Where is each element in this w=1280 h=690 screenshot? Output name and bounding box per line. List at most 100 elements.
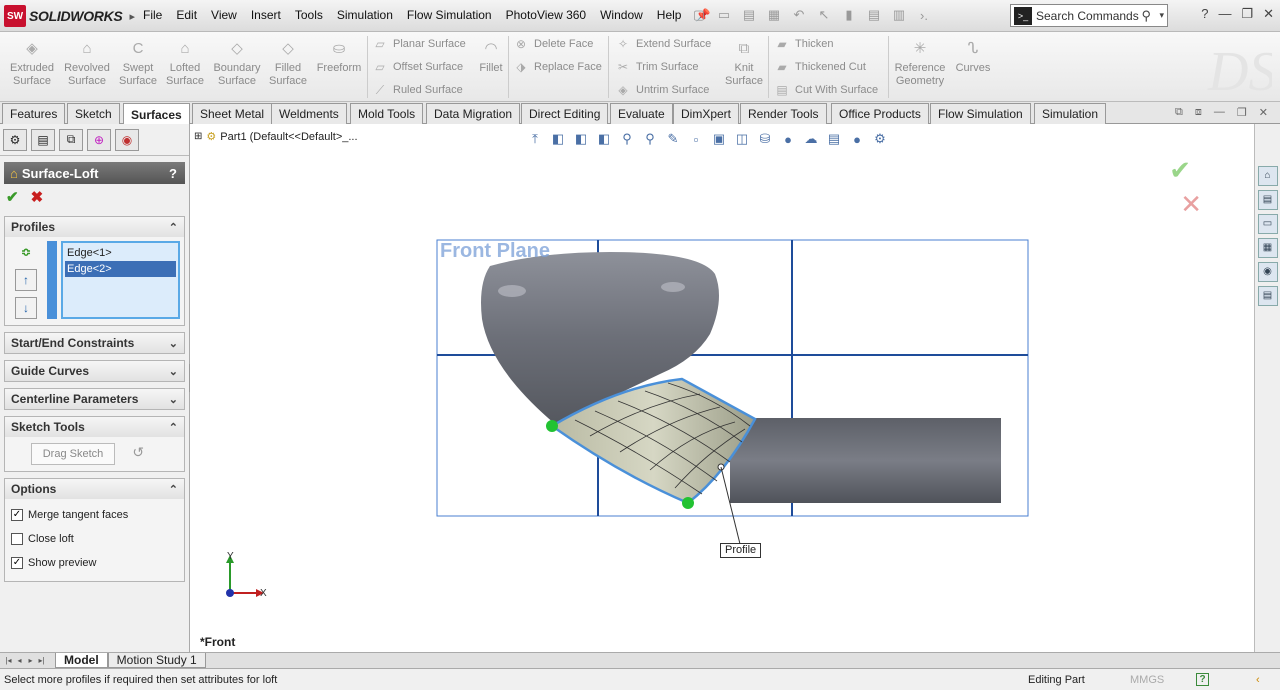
move-down-button[interactable]: ↓ — [15, 297, 37, 319]
profiles-header[interactable]: Profiles ⌃ — [5, 217, 184, 237]
tab-direct-editing[interactable]: Direct Editing — [521, 103, 609, 124]
tab-motion-study[interactable]: Motion Study 1 — [107, 653, 206, 668]
offset-surface-button[interactable]: ▱ Offset Surface — [372, 57, 463, 77]
design-library-icon[interactable]: ▤ — [1257, 190, 1278, 210]
expand-icon[interactable]: ⌄ — [169, 337, 178, 350]
select-icon[interactable]: ↖ — [813, 5, 835, 25]
custom-properties-icon[interactable]: ▤ — [1257, 286, 1278, 306]
tab-office-products[interactable]: Office Products — [831, 103, 929, 124]
status-expand-icon[interactable]: ‹ — [1256, 674, 1260, 686]
view-palette-icon[interactable]: ▦ — [1257, 238, 1278, 258]
print-icon[interactable]: ▦ — [763, 5, 785, 25]
rebuild-icon[interactable]: ▮ — [838, 5, 860, 25]
solidworks-logo[interactable]: SW SOLIDWORKS ▸ — [4, 5, 135, 27]
delete-face-button[interactable]: ⊗ Delete Face — [513, 34, 593, 54]
tab-mold-tools[interactable]: Mold Tools — [350, 103, 424, 124]
tab-features[interactable]: Features — [2, 103, 66, 124]
prev-tab-icon[interactable]: ◂ — [14, 656, 25, 665]
property-manager-icon[interactable]: ▤ — [31, 128, 55, 151]
drag-sketch-button[interactable]: Drag Sketch — [31, 443, 115, 465]
options-icon[interactable]: ▥ — [888, 5, 910, 25]
logo-expand-icon[interactable]: ▸ — [129, 10, 135, 23]
untrim-surface-button[interactable]: ◈ Untrim Surface — [615, 80, 709, 100]
tab-render-tools[interactable]: Render Tools — [740, 103, 827, 124]
search-input[interactable]: Search Commands — [1036, 9, 1141, 23]
fillet-button[interactable]: ◠ Fillet — [472, 36, 510, 75]
collapse-icon[interactable]: ⌃ — [169, 421, 178, 434]
tab-surfaces[interactable]: Surfaces — [123, 103, 190, 125]
revolved-surface-button[interactable]: ⌂ Revolved Surface — [60, 36, 114, 88]
merge-tangent-faces-checkbox[interactable]: ✓ — [11, 509, 23, 521]
ruled-surface-button[interactable]: ⟋ Ruled Surface — [372, 80, 463, 100]
list-item[interactable]: Edge<2> — [65, 261, 176, 277]
sketch-tools-header[interactable]: Sketch Tools ⌃ — [5, 417, 184, 437]
replace-face-button[interactable]: ⬗ Replace Face — [513, 57, 602, 77]
curves-button[interactable]: ᔐ Curves — [946, 36, 1000, 75]
move-up-button[interactable]: ↑ — [15, 269, 37, 291]
tile-vertical-icon[interactable]: ⧈ — [1195, 106, 1202, 119]
more-icon[interactable]: ›. — [913, 5, 935, 25]
guide-curves-header[interactable]: Guide Curves ⌄ — [5, 361, 184, 381]
cut-with-surface-button[interactable]: ▤ Cut With Surface — [774, 80, 878, 100]
profile-endpoint[interactable] — [546, 420, 558, 432]
doc-close-icon[interactable]: ✕ — [1259, 106, 1268, 119]
ok-icon[interactable]: ✔ — [6, 188, 19, 206]
filled-surface-button[interactable]: ◇ Filled Surface — [261, 36, 315, 88]
home-icon[interactable]: ⌂ — [1257, 166, 1278, 186]
undo-sketch-icon[interactable]: ↺ — [132, 444, 144, 461]
configuration-manager-icon[interactable]: ⧉ — [59, 128, 83, 151]
close-icon[interactable]: ✕ — [1263, 6, 1274, 22]
collapse-icon[interactable]: ⌃ — [169, 221, 178, 234]
tab-data-migration[interactable]: Data Migration — [426, 103, 521, 124]
thicken-button[interactable]: ▰ Thicken — [774, 34, 833, 54]
first-tab-icon[interactable]: |◂ — [3, 656, 14, 665]
graphics-area[interactable]: ⊞ ⚙ Part1 (Default<<Default>_... ⤒ ◧ ◧ ◧… — [190, 124, 1254, 652]
tab-sheet-metal[interactable]: Sheet Metal — [192, 103, 273, 124]
menu-edit[interactable]: Edit — [169, 8, 204, 22]
lofted-surface-button[interactable]: ⌂ Lofted Surface — [158, 36, 212, 88]
cancel-icon[interactable]: ✖ — [31, 188, 44, 206]
planar-surface-button[interactable]: ▱ Planar Surface — [372, 34, 465, 54]
doc-restore-icon[interactable]: ❐ — [1237, 106, 1247, 119]
minimize-icon[interactable]: — — [1218, 6, 1231, 22]
menu-help[interactable]: Help — [650, 8, 689, 22]
confirm-ok-icon[interactable]: ✔ — [1169, 156, 1191, 184]
help-button[interactable]: ? — [169, 166, 177, 181]
menu-window[interactable]: Window — [593, 8, 650, 22]
help-icon[interactable]: ? — [1201, 6, 1208, 22]
display-manager-icon[interactable]: ◉ — [115, 128, 139, 151]
undo-icon[interactable]: ↶ — [788, 5, 810, 25]
new-document-icon[interactable]: ▢ — [688, 5, 710, 25]
tab-evaluate[interactable]: Evaluate — [610, 103, 673, 124]
menu-tools[interactable]: Tools — [288, 8, 330, 22]
menu-simulation[interactable]: Simulation — [330, 8, 400, 22]
tab-model[interactable]: Model — [55, 653, 108, 668]
list-item[interactable]: Edge<1> — [65, 245, 176, 261]
doc-minimize-icon[interactable]: — — [1214, 106, 1225, 119]
menu-view[interactable]: View — [204, 8, 244, 22]
menu-insert[interactable]: Insert — [244, 8, 288, 22]
freeform-button[interactable]: ⛀ Freeform — [312, 36, 366, 75]
file-explorer-icon[interactable]: ▭ — [1257, 214, 1278, 234]
tab-flow-simulation[interactable]: Flow Simulation — [930, 103, 1031, 124]
close-loft-option[interactable]: Close loft — [9, 527, 180, 551]
trim-surface-button[interactable]: ✂ Trim Surface — [615, 57, 699, 77]
tab-sketch[interactable]: Sketch — [67, 103, 120, 124]
show-preview-option[interactable]: ✓ Show preview — [9, 551, 180, 575]
expand-icon[interactable]: ⌄ — [169, 365, 178, 378]
tile-horizontal-icon[interactable]: ⧉ — [1175, 106, 1183, 119]
show-preview-checkbox[interactable]: ✓ — [11, 557, 23, 569]
status-help-icon[interactable]: ? — [1196, 673, 1209, 686]
profile-callout[interactable]: Profile — [720, 543, 762, 558]
thickened-cut-button[interactable]: ▰ Thickened Cut — [774, 57, 866, 77]
tab-dimxpert[interactable]: DimXpert — [673, 103, 740, 124]
profile-endpoint[interactable] — [682, 497, 694, 509]
reference-geometry-button[interactable]: ✳ Reference Geometry — [893, 36, 947, 88]
tab-simulation[interactable]: Simulation — [1034, 103, 1107, 124]
merge-tangent-faces-option[interactable]: ✓ Merge tangent faces — [9, 503, 180, 527]
extend-surface-button[interactable]: ✧ Extend Surface — [615, 34, 711, 54]
search-dropdown-icon[interactable]: ▾ — [1159, 10, 1167, 21]
centerline-parameters-header[interactable]: Centerline Parameters ⌄ — [5, 389, 184, 409]
appearances-icon[interactable]: ◉ — [1257, 262, 1278, 282]
search-commands[interactable]: >_ Search Commands ⚲ ▾ — [1010, 4, 1168, 27]
